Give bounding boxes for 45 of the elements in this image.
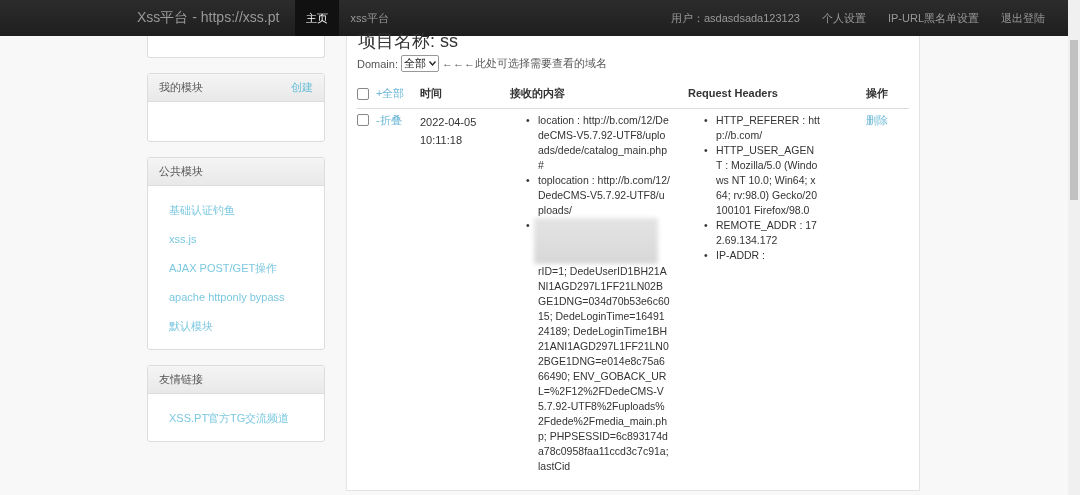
nav-link[interactable]: 个人设置 [810,0,877,36]
domain-label: Domain: [357,57,398,70]
nav-tab[interactable]: 主页 [295,0,340,36]
expand-all-link[interactable]: +全部 [376,86,405,99]
panel-title: 我的模块 [159,80,203,95]
brand-link[interactable]: Xss平台 - https://xss.pt [137,0,280,36]
row-checkbox[interactable] [357,114,369,126]
nav-link[interactable]: 退出登陆 [990,0,1056,36]
bullet: • [526,173,531,188]
module-link[interactable]: XSS.PT官方TG交流频道 [169,404,290,433]
domain-select[interactable]: 全部 [400,55,439,72]
caret-icon [428,61,436,66]
create-link[interactable]: 创建 [291,80,313,95]
header-item: REMOTE_ADDR : 172.69.134.172 [716,218,818,248]
header-item: HTTP_REFERER : http://b.com/ [716,113,820,143]
module-link[interactable]: xss.js [169,225,197,254]
scrollbar-thumb[interactable] [1070,40,1078,200]
bullet: • [704,143,709,158]
bullet: • [704,218,709,233]
column-header: 时间 [420,86,442,99]
content-item: rID=1; DedeUserID1BH21ANI1AGD297L1FF21LN02BGE1DNG=034d70b53e6c6015; DedeLoginTime=1649124189; DedeLoginTime1BH21ANI1AGD297L1FF21LN02BGE1DNG=e014e8c75a666490; ENV_GOBACK_URL=%2F12%2FDedeCMS-V5.7.92-UTF8%2Fuploads%2Fdede%2Fmedia_main.php; PHPSESSID=6c893174da78c0958faa11ccd3c7c91a; lastCid [538,264,670,474]
select-all-checkbox[interactable] [357,87,369,100]
bullet: • [526,218,531,233]
content-item: toplocation : http://b.com/12/DedeCMS-V5.7.92-UTF8/uploads/ [538,173,670,218]
column-header: 操作 [866,86,888,99]
column-header: 接收的内容 [510,86,565,99]
scrollbar[interactable] [1068,0,1080,495]
nav-link[interactable]: IP-URL黑名单设置 [876,0,990,36]
module-link[interactable]: apache httponly bypass [169,283,285,312]
header-item: HTTP_USER_AGENT : Mozilla/5.0 (Windows NT 10.0; Win64; x64; rv:98.0) Gecko/20100101 Firefox/98.0 [716,143,819,218]
domain-hint: ←←←此处可选择需要查看的域名 [441,56,607,71]
header-item: IP-ADDR : [716,248,766,263]
delete-link[interactable]: 删除 [866,114,888,126]
column-header: Request Headers [688,87,778,99]
module-link[interactable]: 基础认证钓鱼 [169,196,235,225]
module-link[interactable]: AJAX POST/GET操作 [169,254,278,283]
nav-link[interactable]: 用户：asdasdsada123123 [659,0,811,36]
module-link[interactable]: 默认模块 [169,312,213,341]
bullet: • [704,113,709,128]
panel-title: 公共模块 [159,164,203,179]
collapse-link[interactable]: -折叠 [376,114,402,126]
panel-title: 友情链接 [159,372,203,387]
bullet: • [704,248,709,263]
time-cell-text: 2022-04-05 10:11:18 [420,115,478,148]
bullet: • [526,113,531,128]
